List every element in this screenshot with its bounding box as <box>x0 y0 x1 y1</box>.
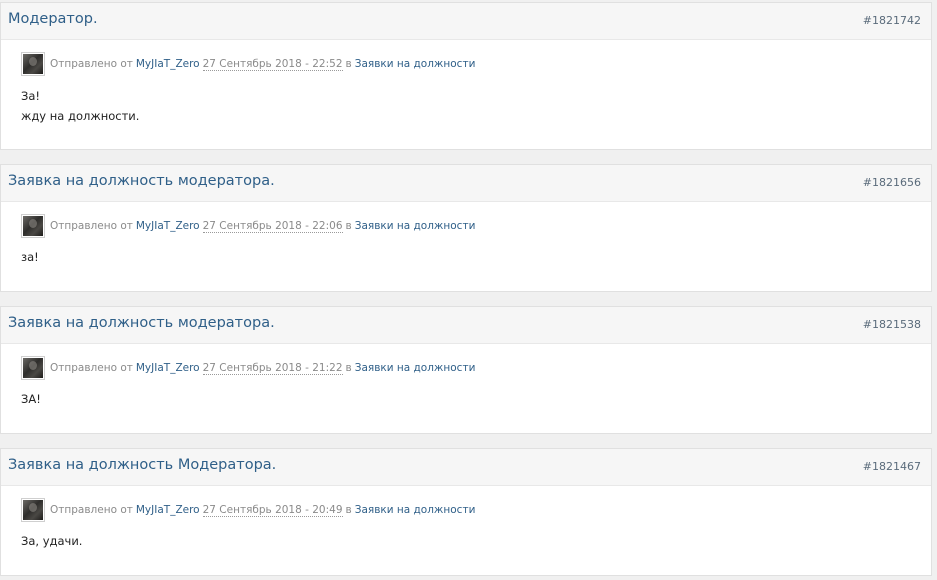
post-date: 27 Сентябрь 2018 - 22:06 <box>202 219 343 233</box>
avatar[interactable] <box>21 356 45 380</box>
post-header: Заявка на должность Модератора. #1821467 <box>1 449 931 486</box>
sent-by-label: Отправлено от <box>50 58 133 70</box>
post-content: ЗА! <box>21 389 41 409</box>
post-title-link[interactable]: Заявка на должность Модератора. <box>8 457 276 473</box>
post-id-link[interactable]: #1821656 <box>863 176 921 189</box>
forum-link[interactable]: Заявки на должности <box>355 58 476 70</box>
author-link[interactable]: MyJIaT_Zero <box>136 58 200 70</box>
post-header: Заявка на должность модератора. #1821538 <box>1 307 931 344</box>
in-label: в <box>345 504 352 516</box>
author-link[interactable]: MyJIaT_Zero <box>136 362 200 374</box>
post-content-line: За! <box>21 89 41 103</box>
user-photo-icon <box>23 216 43 236</box>
avatar[interactable] <box>21 498 45 522</box>
post: Заявка на должность модератора. #1821538… <box>0 306 932 434</box>
post-id-link[interactable]: #1821467 <box>863 460 921 473</box>
user-photo-icon <box>23 54 43 74</box>
user-photo-icon <box>23 358 43 378</box>
forum-link[interactable]: Заявки на должности <box>355 362 476 374</box>
author-link[interactable]: MyJIaT_Zero <box>136 504 200 516</box>
user-photo-icon <box>23 500 43 520</box>
sent-by-label: Отправлено от <box>50 220 133 232</box>
forum-link[interactable]: Заявки на должности <box>355 220 476 232</box>
post-id-link[interactable]: #1821538 <box>863 318 921 331</box>
post-meta: Отправлено от MyJIaT_Zero 27 Сентябрь 20… <box>21 214 475 238</box>
post: Модератор. #1821742 Отправлено от MyJIaT… <box>0 2 932 150</box>
post-title-link[interactable]: Модератор. <box>8 11 98 27</box>
post-id-link[interactable]: #1821742 <box>863 14 921 27</box>
post-title-link[interactable]: Заявка на должность модератора. <box>8 173 275 189</box>
post-meta: Отправлено от MyJIaT_Zero 27 Сентябрь 20… <box>21 356 475 380</box>
author-link[interactable]: MyJIaT_Zero <box>136 220 200 232</box>
post-content: За, удачи. <box>21 531 82 551</box>
post-meta: Отправлено от MyJIaT_Zero 27 Сентябрь 20… <box>21 52 475 76</box>
forum-link[interactable]: Заявки на должности <box>355 504 476 516</box>
in-label: в <box>345 58 352 70</box>
post-header: Модератор. #1821742 <box>1 3 931 40</box>
avatar[interactable] <box>21 52 45 76</box>
post-content-line: за! <box>21 250 39 264</box>
post-date: 27 Сентябрь 2018 - 21:22 <box>202 361 343 375</box>
post: Заявка на должность модератора. #1821656… <box>0 164 932 292</box>
sent-by-label: Отправлено от <box>50 504 133 516</box>
avatar[interactable] <box>21 214 45 238</box>
post-content: за! <box>21 247 39 267</box>
post-meta: Отправлено от MyJIaT_Zero 27 Сентябрь 20… <box>21 498 475 522</box>
in-label: в <box>345 220 352 232</box>
post-title-link[interactable]: Заявка на должность модератора. <box>8 315 275 331</box>
search-results-page: Модератор. #1821742 Отправлено от MyJIaT… <box>0 0 937 580</box>
sent-by-label: Отправлено от <box>50 362 133 374</box>
post-content-line: За, удачи. <box>21 534 83 548</box>
post-date: 27 Сентябрь 2018 - 22:52 <box>202 57 343 71</box>
post-header: Заявка на должность модератора. #1821656 <box>1 165 931 202</box>
in-label: в <box>345 362 352 374</box>
post-content: За! жду на должности. <box>21 86 139 126</box>
post-content-line: жду на должности. <box>21 109 140 123</box>
post: Заявка на должность Модератора. #1821467… <box>0 448 932 576</box>
post-date: 27 Сентябрь 2018 - 20:49 <box>202 503 343 517</box>
post-content-line: ЗА! <box>21 392 41 406</box>
